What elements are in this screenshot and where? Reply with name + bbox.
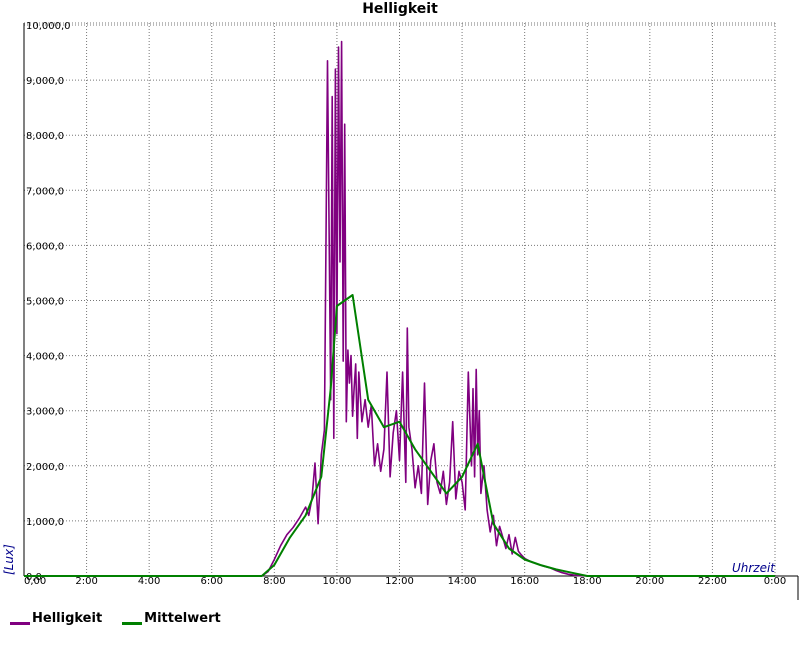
legend-item-helligkeit: Helligkeit bbox=[10, 611, 102, 626]
y-tick-label: 5,000,0 bbox=[26, 297, 64, 308]
legend: Helligkeit Mittelwert bbox=[0, 606, 231, 630]
x-tick-label: 0,00 bbox=[24, 576, 46, 587]
y-axis-label: [Lux] bbox=[2, 544, 16, 575]
y-tick-labels: 0,01,000,02,000,03,000,04,000,05,000,06,… bbox=[26, 21, 71, 583]
x-tick-labels: 0,00 2:00 4:00 6:00 8:00 10:00 12:00 14:00 16:00… bbox=[24, 576, 786, 587]
x-tick-label: 0:00 bbox=[764, 576, 786, 587]
legend-swatch-mittelwert bbox=[122, 621, 143, 625]
x-tick-label: 6:00 bbox=[201, 576, 223, 587]
legend-item-mittelwert: Mittelwert bbox=[122, 611, 221, 626]
y-tick-label: 1,000,0 bbox=[26, 517, 64, 528]
x-tick-label: 8:00 bbox=[263, 576, 285, 587]
y-tick-label: 9,000,0 bbox=[26, 76, 64, 87]
x-tick-label: 18:00 bbox=[573, 576, 602, 587]
x-tick-label: 12:00 bbox=[385, 576, 414, 587]
y-tick-label: 3,000,0 bbox=[26, 407, 64, 418]
chart: Helligkeit 0,0 1,000,0 2,000,0 3,000,0 4,000… bbox=[0, 0, 800, 650]
y-tick-label: 7,000,0 bbox=[26, 186, 64, 197]
x-tick-label: 16:00 bbox=[510, 576, 539, 587]
x-tick-label: 14:00 bbox=[448, 576, 477, 587]
y-tick-label: 6,000,0 bbox=[26, 241, 64, 252]
legend-label-mittelwert: Mittelwert bbox=[144, 610, 221, 626]
legend-label-helligkeit: Helligkeit bbox=[32, 610, 103, 626]
line-chart: Helligkeit 0,01,000,02,000,03,000,04,000… bbox=[2, 1, 799, 600]
axes bbox=[23, 23, 799, 600]
x-tick-label: 22:00 bbox=[698, 576, 727, 587]
y-tick-label: 2,000,0 bbox=[26, 462, 64, 473]
x-tick-label: 2:00 bbox=[75, 576, 97, 587]
y-tick-label: 10,000,0 bbox=[26, 21, 71, 32]
grid bbox=[24, 22, 776, 576]
y-tick-label: 8,000,0 bbox=[26, 131, 64, 142]
x-tick-label: 10:00 bbox=[323, 576, 352, 587]
y-tick-label: 4,000,0 bbox=[26, 352, 64, 363]
x-tick-label: 20:00 bbox=[635, 576, 664, 587]
chart-title: Helligkeit bbox=[362, 1, 438, 17]
legend-swatch-helligkeit bbox=[10, 621, 30, 625]
x-tick-label: 4:00 bbox=[138, 576, 160, 587]
x-axis-label: Uhrzeit bbox=[732, 561, 776, 575]
